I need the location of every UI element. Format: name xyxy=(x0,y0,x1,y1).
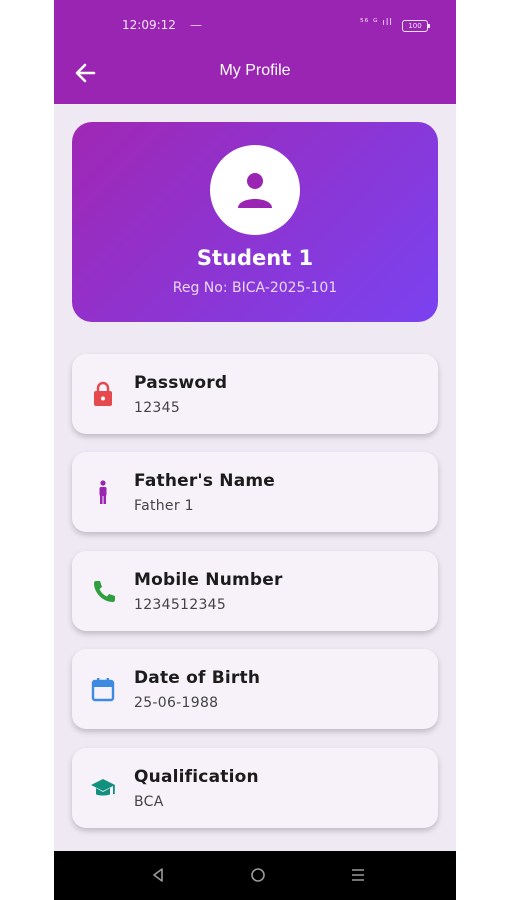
page-title: My Profile xyxy=(219,62,291,79)
field-label: Password xyxy=(134,373,228,393)
nav-home-button[interactable] xyxy=(246,864,270,886)
registration-number: Reg No: BICA-2025-101 xyxy=(172,280,338,296)
field-value: 25-06-1988 xyxy=(134,695,219,711)
nav-menu-button[interactable] xyxy=(346,864,370,886)
field-card-fathers-name[interactable]: Father's Name Father 1 xyxy=(72,452,438,532)
field-value: BCA xyxy=(134,794,164,810)
student-name: Student 1 xyxy=(196,246,314,270)
system-navigation-bar xyxy=(54,851,456,900)
person-icon xyxy=(238,173,272,208)
field-value: Father 1 xyxy=(134,498,194,514)
field-value: 12345 xyxy=(134,400,181,416)
menu-lines-icon xyxy=(352,869,364,881)
field-card-date-of-birth[interactable]: Date of Birth 25-06-1988 xyxy=(72,649,438,729)
graduation-cap-icon xyxy=(91,779,115,796)
battery-icon: 100 xyxy=(402,20,430,32)
phone-screen: 12:09:12 — ⁵⁶ ᴳ ıll 100 My Profile Stude… xyxy=(54,0,456,900)
status-bar: 12:09:12 — ⁵⁶ ᴳ ıll 100 xyxy=(54,14,456,38)
person-standing-icon xyxy=(99,480,107,504)
nav-back-button[interactable] xyxy=(146,864,170,886)
calendar-icon xyxy=(91,678,115,702)
avatar xyxy=(210,145,300,235)
field-card-qualification[interactable]: Qualification BCA xyxy=(72,748,438,828)
lock-icon xyxy=(94,381,112,406)
field-card-password[interactable]: Password 12345 xyxy=(72,354,438,434)
status-dash: — xyxy=(190,18,202,32)
field-label: Father's Name xyxy=(134,471,276,491)
profile-header-card: Student 1 Reg No: BICA-2025-101 xyxy=(72,122,438,322)
field-label: Mobile Number xyxy=(134,570,283,590)
home-circle-icon xyxy=(251,868,265,882)
signal-icon: ⁵⁶ ᴳ ıll xyxy=(360,18,393,28)
phone-icon xyxy=(94,581,115,602)
app-bar: 12:09:12 — ⁵⁶ ᴳ ıll 100 My Profile xyxy=(54,0,456,104)
field-label: Date of Birth xyxy=(134,668,261,688)
field-card-mobile-number[interactable]: Mobile Number 1234512345 xyxy=(72,551,438,631)
field-value: 1234512345 xyxy=(134,597,227,613)
back-triangle-icon xyxy=(153,868,163,882)
status-time: 12:09:12 xyxy=(122,18,176,32)
field-label: Qualification xyxy=(134,767,259,787)
